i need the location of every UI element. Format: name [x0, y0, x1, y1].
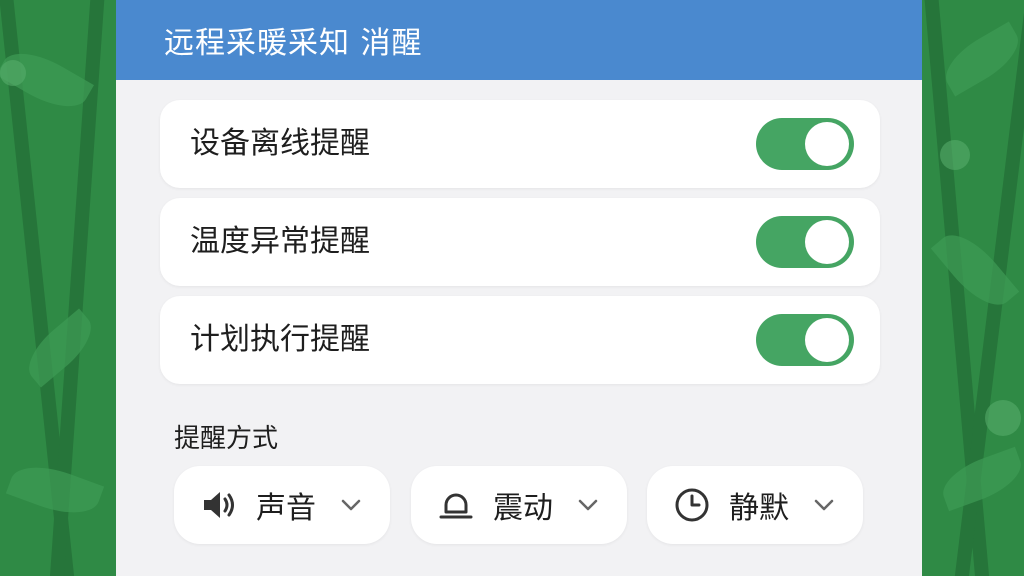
device-offline-toggle[interactable]: [756, 118, 854, 170]
plan-execution-toggle[interactable]: [756, 314, 854, 366]
setting-row-temperature-abnormal[interactable]: 温度异常提醒: [160, 198, 880, 286]
silent-option-dropdown[interactable]: 静默: [647, 466, 863, 544]
vibration-option-label: 震动: [493, 491, 553, 526]
temperature-abnormal-toggle[interactable]: [756, 216, 854, 268]
silent-option-label: 静默: [729, 491, 789, 526]
page-title: 远程采暖采知 消醒: [164, 26, 423, 61]
toggle-knob: [805, 122, 849, 166]
chevron-down-icon: [338, 492, 364, 518]
sound-option-label: 声音: [256, 491, 316, 526]
sound-option-dropdown[interactable]: 声音: [174, 466, 390, 544]
chevron-down-icon: [575, 492, 601, 518]
clock-icon: [673, 486, 711, 524]
setting-label: 计划执行提醒: [190, 322, 370, 357]
setting-label: 设备离线提醒: [190, 126, 370, 161]
setting-label: 温度异常提醒: [190, 224, 370, 259]
header-bar: 远程采暖采知 消醒: [116, 0, 922, 80]
setting-row-device-offline[interactable]: 设备离线提醒: [160, 100, 880, 188]
speaker-icon: [200, 486, 238, 524]
vibration-option-dropdown[interactable]: 震动: [411, 466, 627, 544]
chevron-down-icon: [811, 492, 837, 518]
setting-row-plan-execution[interactable]: 计划执行提醒: [160, 296, 880, 384]
settings-panel: 远程采暖采知 消醒 设备离线提醒 温度异常提醒 计划执行提醒 提醒方式 声音 震…: [116, 0, 922, 576]
toggle-knob: [805, 318, 849, 362]
bell-icon: [437, 486, 475, 524]
section-title-reminder-method: 提醒方式: [174, 424, 279, 454]
toggle-knob: [805, 220, 849, 264]
